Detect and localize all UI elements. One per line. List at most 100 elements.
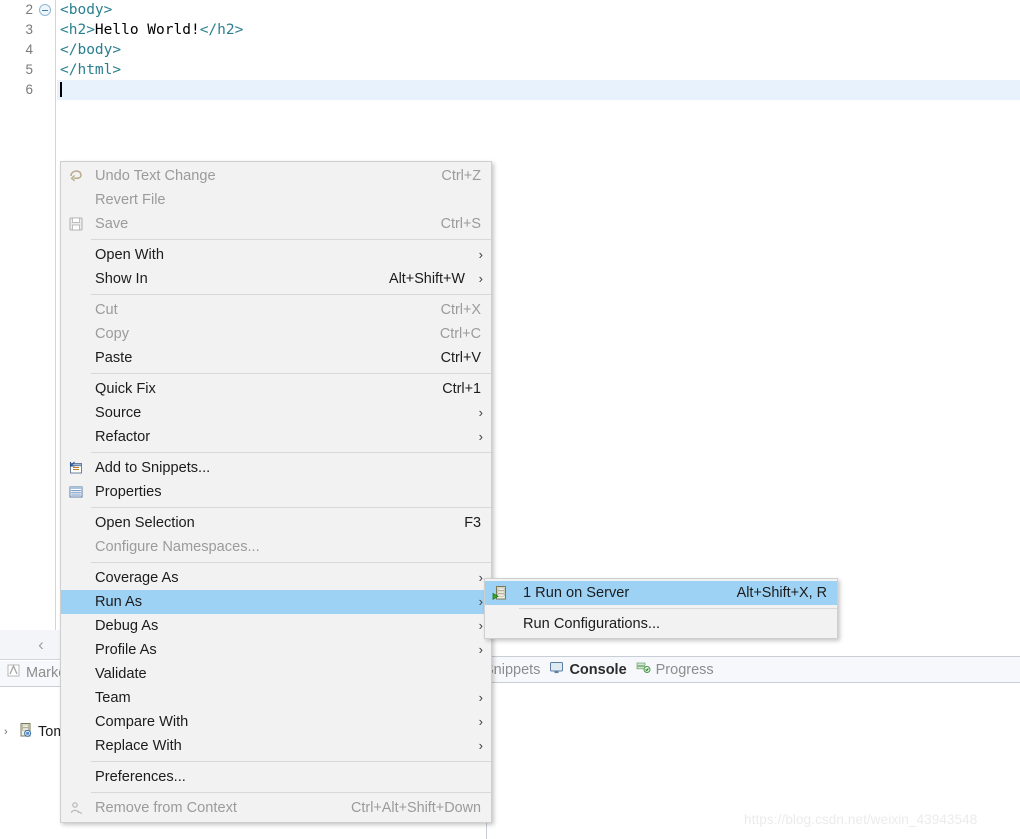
tab-progress[interactable]: Progress	[636, 660, 714, 679]
chevron-right-icon: ›	[478, 570, 483, 585]
menu-item-cut: Cut Ctrl+X	[61, 298, 491, 322]
menu-item-1-run-on-server[interactable]: 1 Run on Server Alt+Shift+X, R	[485, 581, 837, 605]
chevron-right-icon: ›	[478, 738, 483, 753]
menu-item-label: Open Selection	[95, 515, 195, 531]
menu-separator	[91, 373, 491, 374]
menu-item-compare-with[interactable]: Compare With ›	[61, 710, 491, 734]
menu-separator	[91, 507, 491, 508]
menu-item-shortcut: Ctrl+X	[440, 302, 481, 318]
code-line[interactable]	[57, 80, 1020, 100]
menu-item-validate[interactable]: Validate	[61, 662, 491, 686]
menu-item-label: Compare With	[95, 714, 189, 730]
menu-item-label: Revert File	[95, 192, 166, 208]
line-number-gutter: 2 3 4 5 6	[0, 0, 56, 630]
tree-row-server[interactable]: › Tom	[4, 722, 65, 742]
menu-item-show-in[interactable]: Show In Alt+Shift+W ›	[61, 267, 491, 291]
save-icon	[68, 216, 84, 232]
menu-item-label: Team	[95, 690, 131, 706]
menu-item-label: Validate	[95, 666, 147, 682]
menu-item-open-selection[interactable]: Open Selection F3	[61, 511, 491, 535]
menu-item-label: Quick Fix	[95, 381, 156, 397]
menu-item-profile-as[interactable]: Profile As ›	[61, 638, 491, 662]
menu-item-source[interactable]: Source ›	[61, 401, 491, 425]
menu-separator	[91, 452, 491, 453]
chevron-right-icon: ›	[478, 271, 483, 286]
menu-item-label: Save	[95, 216, 129, 232]
menu-item-debug-as[interactable]: Debug As ›	[61, 614, 491, 638]
tab-label: Snippets	[484, 661, 541, 678]
menu-item-revert-file: Revert File	[61, 188, 491, 212]
editor-context-menu[interactable]: Undo Text Change Ctrl+Z Revert File Save Ctr…	[60, 161, 492, 823]
menu-item-shortcut: Ctrl+Z	[441, 168, 481, 184]
run-as-submenu[interactable]: 1 Run on Server Alt+Shift+X, R Run Configu…	[484, 578, 838, 639]
menu-item-run-configurations[interactable]: Run Configurations...	[485, 612, 837, 636]
menu-item-label: Remove from Context	[95, 800, 237, 816]
code-line[interactable]: <body>	[57, 0, 1020, 20]
tab-console[interactable]: Console	[549, 660, 627, 679]
chevron-right-icon: ›	[478, 429, 483, 444]
menu-separator	[91, 761, 491, 762]
menu-item-refactor[interactable]: Refactor ›	[61, 425, 491, 449]
menu-separator	[91, 294, 491, 295]
menu-item-label: Refactor	[95, 429, 151, 445]
menu-item-configure-namespaces: Configure Namespaces...	[61, 535, 491, 559]
tab-snippets[interactable]: Snippets	[484, 662, 540, 678]
menu-item-properties[interactable]: Properties	[61, 480, 491, 504]
menu-item-label: Cut	[95, 302, 118, 318]
bottom-right-panel: Snippets Console Progress	[484, 645, 1020, 839]
code-line[interactable]: <h2>Hello World!</h2>	[57, 20, 1020, 40]
menu-item-run-as[interactable]: Run As ›	[61, 590, 491, 614]
fold-collapse-icon[interactable]	[39, 4, 51, 16]
collapse-left-icon[interactable]: ‹	[30, 634, 52, 656]
line-number: 5	[25, 62, 33, 77]
menu-item-label: Add to Snippets...	[95, 460, 211, 476]
run-on-server-icon	[492, 585, 508, 601]
html-tag-token: <h2>	[60, 22, 95, 38]
menu-item-shortcut: Ctrl+S	[440, 216, 481, 232]
chevron-right-icon: ›	[478, 405, 483, 420]
menu-item-replace-with[interactable]: Replace With ›	[61, 734, 491, 758]
chevron-right-icon: ›	[478, 247, 483, 262]
menu-item-shortcut: Alt+Shift+X, R	[736, 585, 827, 601]
code-line[interactable]: </html>	[57, 60, 1020, 80]
menu-item-shortcut: Ctrl+V	[440, 350, 481, 366]
menu-item-label: 1 Run on Server	[523, 585, 630, 601]
watermark-text: https://blog.csdn.net/weixin_43943548	[744, 812, 978, 827]
menu-separator	[519, 608, 837, 609]
menu-item-label: Show In	[95, 271, 148, 287]
menu-item-quick-fix[interactable]: Quick Fix Ctrl+1	[61, 377, 491, 401]
chevron-right-icon: ›	[478, 594, 483, 609]
line-number: 6	[25, 82, 33, 97]
menu-item-remove-from-context: Remove from Context Ctrl+Alt+Shift+Down	[61, 796, 491, 820]
menu-item-label: Copy	[95, 326, 130, 342]
chevron-right-icon[interactable]: ›	[4, 726, 14, 738]
menu-item-undo-text-change: Undo Text Change Ctrl+Z	[61, 164, 491, 188]
tab-label: Console	[569, 661, 627, 678]
menu-item-copy: Copy Ctrl+C	[61, 322, 491, 346]
menu-item-label: Paste	[95, 350, 133, 366]
menu-item-team[interactable]: Team ›	[61, 686, 491, 710]
menu-item-label: Profile As	[95, 642, 157, 658]
code-line[interactable]: </body>	[57, 40, 1020, 60]
text-token: Hello World!	[94, 22, 200, 38]
menu-item-coverage-as[interactable]: Coverage As ›	[61, 566, 491, 590]
menu-item-label: Replace With	[95, 738, 182, 754]
menu-item-add-to-snippets[interactable]: Add to Snippets...	[61, 456, 491, 480]
menu-item-label: Debug As	[95, 618, 159, 634]
eclipse-ide-window: 2 3 4 5 6 <body> <h2>Hello World!</h2> </body>…	[0, 0, 1020, 839]
menu-item-label: Properties	[95, 484, 162, 500]
chevron-right-icon: ›	[478, 642, 483, 657]
menu-item-label: Configure Namespaces...	[95, 539, 260, 555]
menu-separator	[91, 239, 491, 240]
menu-item-label: Coverage As	[95, 570, 179, 586]
menu-item-save: Save Ctrl+S	[61, 212, 491, 236]
menu-item-open-with[interactable]: Open With ›	[61, 243, 491, 267]
menu-item-label: Preferences...	[95, 769, 186, 785]
html-tag-token: </body>	[60, 42, 122, 58]
menu-item-shortcut: Ctrl+1	[442, 381, 481, 397]
menu-item-label: Run Configurations...	[523, 616, 661, 632]
properties-icon	[68, 484, 84, 500]
menu-item-preferences[interactable]: Preferences...	[61, 765, 491, 789]
html-tag-token: </html>	[60, 62, 122, 78]
menu-item-paste[interactable]: Paste Ctrl+V	[61, 346, 491, 370]
